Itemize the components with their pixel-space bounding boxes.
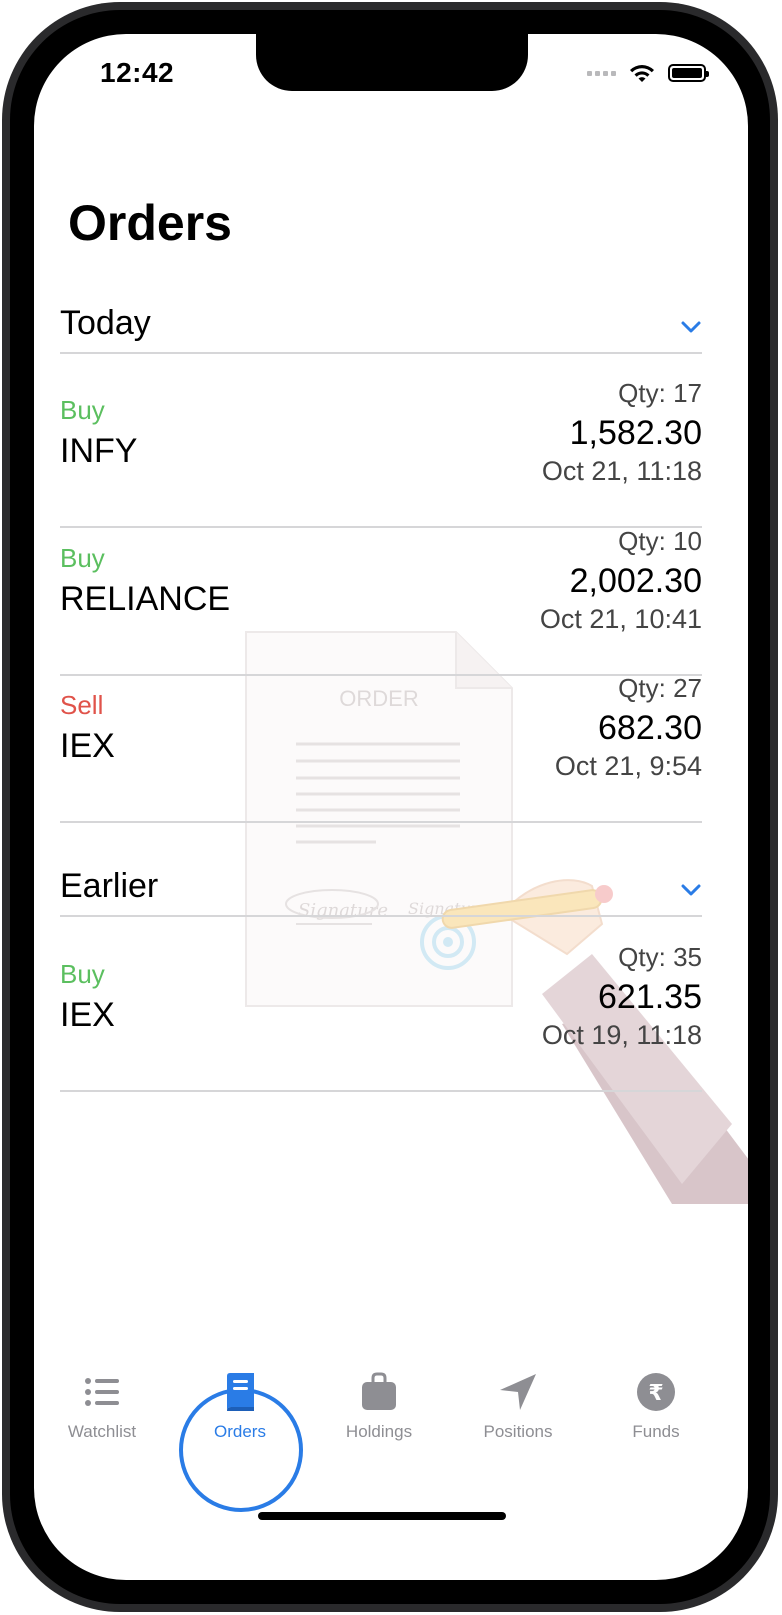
screen: 12:42 Orders ORDER Signature Signature T… xyxy=(34,34,748,1580)
order-side: Buy xyxy=(60,543,105,573)
svg-text:₹: ₹ xyxy=(648,1381,663,1406)
order-price: 682.30 xyxy=(598,709,702,747)
tab-positions[interactable]: Positions xyxy=(458,1370,578,1442)
section-label: Today xyxy=(60,304,151,342)
phone-frame: 12:42 Orders ORDER Signature Signature T… xyxy=(0,0,782,1615)
page-title: Orders xyxy=(68,195,232,251)
order-price: 2,002.30 xyxy=(569,562,702,600)
order-qty: Qty: 27 xyxy=(618,673,702,703)
notch xyxy=(256,34,528,91)
cellular-signal-icon xyxy=(587,70,616,76)
order-row[interactable]: Buy IEX Qty: 35 621.35 Oct 19, 11:18 xyxy=(60,942,702,1092)
order-qty: Qty: 10 xyxy=(618,526,702,556)
chevron-down-icon[interactable] xyxy=(680,316,702,338)
section-header-today[interactable]: Today xyxy=(60,298,702,354)
order-row[interactable]: Buy RELIANCE Qty: 10 2,002.30 Oct 21, 10… xyxy=(60,526,702,676)
list-icon xyxy=(85,1378,119,1406)
status-indicators xyxy=(587,62,709,84)
order-symbol: IEX xyxy=(60,996,115,1034)
location-arrow-icon xyxy=(500,1374,536,1410)
section-label: Earlier xyxy=(60,867,159,905)
tab-label: Funds xyxy=(632,1422,680,1441)
order-row[interactable]: Buy INFY Qty: 17 1,582.30 Oct 21, 11:18 xyxy=(60,378,702,528)
order-side: Buy xyxy=(60,959,105,989)
order-time: Oct 19, 11:18 xyxy=(541,1020,702,1050)
order-side: Buy xyxy=(60,395,105,425)
order-qty: Qty: 35 xyxy=(618,942,702,972)
tab-label: Orders xyxy=(214,1422,266,1441)
order-price: 621.35 xyxy=(598,978,702,1016)
home-indicator[interactable] xyxy=(258,1512,506,1520)
tab-funds[interactable]: ₹ Funds xyxy=(596,1370,716,1442)
order-qty: Qty: 17 xyxy=(618,378,702,408)
order-symbol: IEX xyxy=(60,727,115,765)
order-time: Oct 21, 11:18 xyxy=(541,456,702,486)
tab-orders[interactable]: Orders xyxy=(180,1370,300,1442)
tab-label: Holdings xyxy=(345,1422,413,1441)
order-price: 1,582.30 xyxy=(569,414,702,452)
wifi-icon xyxy=(630,65,654,82)
order-row[interactable]: Sell IEX Qty: 27 682.30 Oct 21, 9:54 xyxy=(60,673,702,823)
chevron-down-icon[interactable] xyxy=(680,879,702,901)
order-side: Sell xyxy=(60,690,104,720)
tab-label: Positions xyxy=(483,1422,553,1441)
order-time: Oct 21, 10:41 xyxy=(539,604,702,634)
status-time: 12:42 xyxy=(100,57,175,88)
tab-holdings[interactable]: Holdings xyxy=(319,1370,439,1442)
tab-watchlist[interactable]: Watchlist xyxy=(42,1370,162,1442)
book-icon xyxy=(227,1373,254,1411)
order-symbol: RELIANCE xyxy=(60,580,231,618)
battery-icon xyxy=(668,64,709,82)
section-header-earlier[interactable]: Earlier xyxy=(60,861,702,917)
bag-icon xyxy=(362,1372,396,1410)
tab-label: Watchlist xyxy=(67,1422,137,1441)
rupee-icon: ₹ xyxy=(637,1373,675,1411)
order-time: Oct 21, 9:54 xyxy=(554,751,702,781)
order-symbol: INFY xyxy=(60,432,138,470)
